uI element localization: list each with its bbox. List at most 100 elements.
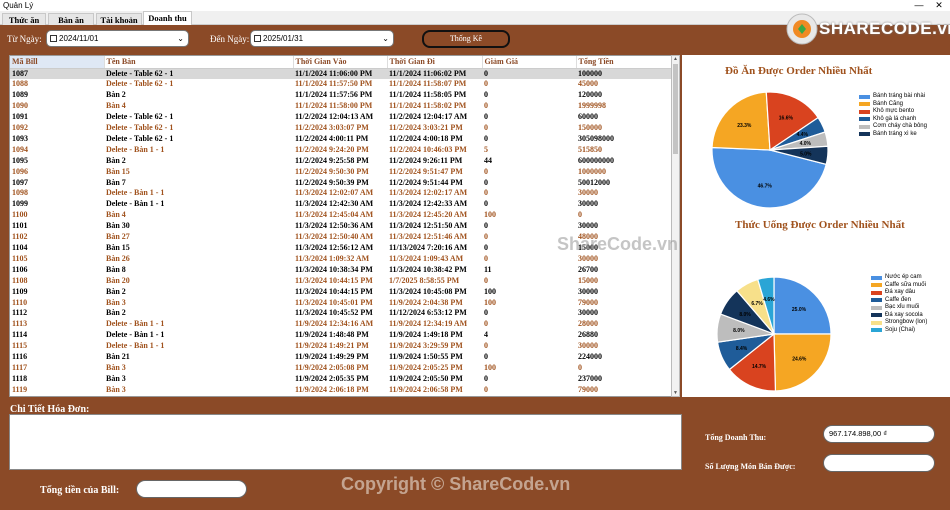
tab-tables[interactable]: Bàn ăn xyxy=(48,13,94,25)
table-cell: Delete - Table 62 - 1 xyxy=(104,68,293,80)
table-cell: 1000000 xyxy=(578,166,606,176)
table-cell: 44 xyxy=(484,155,492,165)
table-cell: 11/9/2024 1:50:55 PM xyxy=(389,352,463,362)
table-row[interactable]: 1113 Delete - Bàn 1 - 1 11/9/2024 12:34:16… xyxy=(10,319,672,330)
legend-label: Caffe đen xyxy=(885,296,911,303)
column-header[interactable]: Thời Gian Vào xyxy=(293,56,388,69)
sharecode-logo: SHARECODE.vn xyxy=(785,8,950,48)
bill-total-field[interactable] xyxy=(136,480,247,498)
table-cell: 11/2/2024 10:46:03 PM xyxy=(389,144,467,154)
table-cell: 150000 xyxy=(578,123,602,133)
table-cell: 0 xyxy=(484,112,488,122)
from-date-picker[interactable]: 2024/11/01 ⌄ xyxy=(46,30,189,47)
table-row[interactable]: 1094 Delete - Bàn 1 - 1 11/2/2024 9:24:20 … xyxy=(10,145,672,156)
legend-swatch xyxy=(859,102,870,107)
legend-item: Bánh tráng bài nhài xyxy=(859,93,927,101)
table-scrollbar[interactable]: ▲ ▼ xyxy=(671,55,680,397)
column-header[interactable]: Mã Bill xyxy=(10,56,105,69)
table-row[interactable]: 1119 Bàn 3 11/9/2024 2:06:18 PM 11/9/2024 2… xyxy=(10,385,672,396)
table-cell: 100 xyxy=(484,362,496,372)
legend-swatch xyxy=(871,328,882,333)
table-cell: 30000 xyxy=(578,308,598,318)
pie-slice xyxy=(711,91,771,151)
scroll-down-icon[interactable]: ▼ xyxy=(672,390,679,396)
drink-chart-title: Thức Uống Được Order Nhiều Nhất xyxy=(735,219,905,231)
table-row[interactable]: 1118 Bàn 3 11/9/2024 2:05:35 PM 11/9/2024 2… xyxy=(10,374,672,385)
table-cell: 11/9/2024 12:34:19 AM xyxy=(389,319,468,329)
legend-label: Khô mực bento xyxy=(873,108,915,114)
to-date-label: Đến Ngày: xyxy=(210,34,250,44)
table-row[interactable]: 1098 Delete - Bàn 1 - 1 11/3/2024 12:02:07… xyxy=(10,188,672,199)
pie-slice-label: 8.0% xyxy=(733,328,745,334)
scrollbar-thumb[interactable] xyxy=(673,64,678,154)
table-cell: 30000 xyxy=(578,253,598,263)
table-body: 1087 Delete - Table 62 - 1 11/1/2024 11:06… xyxy=(10,68,672,396)
table-row[interactable]: 1088 Delete - Table 62 - 1 11/1/2024 11:57… xyxy=(10,79,672,90)
pie-slice-label: 5.0% xyxy=(800,151,812,157)
table-row[interactable]: 1087 Delete - Table 62 - 1 11/1/2024 11:06… xyxy=(10,68,672,80)
table-row[interactable]: 1092 Delete - Table 62 - 1 11/2/2024 3:03:… xyxy=(10,123,672,134)
stats-button[interactable]: Thống Kê xyxy=(422,30,510,48)
table-cell: 30000 xyxy=(578,199,598,209)
legend-item: Caffe sữa muối xyxy=(871,282,927,290)
table-cell: Delete - Table 62 - 1 xyxy=(106,79,174,89)
items-sold-field[interactable] xyxy=(823,454,935,472)
table-row[interactable]: 1116 Bàn 21 11/9/2024 1:49:29 PM 11/9/2024 … xyxy=(10,352,672,363)
drink-pie-chart: 25.0%24.6%14.7%8.4%8.0%8.0%6.7%4.6% xyxy=(716,276,832,392)
table-row[interactable]: 1089 Bàn 2 11/1/2024 11:57:56 PM 11/1/2024 … xyxy=(10,90,672,101)
table-cell: 1119 xyxy=(12,384,28,394)
tab-food[interactable]: Thức ăn xyxy=(2,13,46,25)
table-cell: 0 xyxy=(484,188,488,198)
logo-icon xyxy=(786,13,818,45)
table-row[interactable]: 1105 Bàn 26 11/3/2024 1:09:32 AM 11/3/2024 … xyxy=(10,254,672,265)
table-row[interactable]: 1112 Bàn 2 11/3/2024 10:45:52 PM 11/12/2024… xyxy=(10,308,672,319)
tab-accounts[interactable]: Tài khoản xyxy=(96,13,142,25)
table-row[interactable]: 1100 Bàn 4 11/3/2024 12:45:04 AM 11/3/2024 … xyxy=(10,210,672,221)
legend-item: Đá xay socola xyxy=(871,312,927,320)
legend-swatch xyxy=(859,109,870,114)
table-cell: 1099 xyxy=(12,199,28,209)
table-cell: 1089 xyxy=(12,90,28,100)
table-row[interactable]: 1090 Bàn 4 11/1/2024 11:58:00 PM 11/1/2024 … xyxy=(10,101,672,112)
table-cell: 0 xyxy=(484,341,488,351)
table-header-row: Mã Bill Tên Bàn Thời Gian Vào Thời Gian Đi G… xyxy=(10,56,673,69)
table-row[interactable]: 1093 Delete - Table 62 - 1 11/2/2024 4:00:… xyxy=(10,134,672,145)
tab-revenue[interactable]: Doanh thu xyxy=(143,11,192,26)
legend-label: Caffe sữa muối xyxy=(885,281,926,288)
table-row[interactable]: 1091 Delete - Table 62 - 1 11/2/2024 12:04… xyxy=(10,112,672,123)
pie-slice-label: 4.6% xyxy=(763,297,775,303)
table-cell: 1098 xyxy=(12,188,28,198)
column-header[interactable]: Tổng Tiền xyxy=(576,56,673,69)
table-cell: 11/2/2024 12:04:13 AM xyxy=(295,112,374,122)
table-cell: 0 xyxy=(484,90,488,100)
table-row[interactable]: 1097 Bàn 7 11/2/2024 9:50:39 PM 11/2/2024 9… xyxy=(10,178,672,189)
column-header[interactable]: Thời Gian Đi xyxy=(387,56,483,69)
to-date-picker[interactable]: 2025/01/31 ⌄ xyxy=(250,30,394,47)
table-row[interactable]: 1095 Bàn 2 11/2/2024 9:25:58 PM 11/2/2024 9… xyxy=(10,156,672,167)
table-row[interactable]: 1096 Bàn 15 11/2/2024 9:50:30 PM 11/2/2024 … xyxy=(10,167,672,178)
column-header[interactable]: Giảm Giá xyxy=(482,56,577,69)
table-cell: Delete - Bàn 1 - 1 xyxy=(106,199,165,209)
table-cell: 11/1/2024 11:58:02 PM xyxy=(389,101,467,111)
revenue-field[interactable]: 967.174.898,00 ₫ xyxy=(823,425,935,443)
table-row[interactable]: 1108 Bàn 20 11/3/2024 10:44:15 PM 1/7/2025 … xyxy=(10,276,672,287)
table-row[interactable]: 1114 Delete - Bàn 1 - 1 11/9/2024 1:48:48 … xyxy=(10,330,672,341)
table-row[interactable]: 1101 Bàn 30 11/3/2024 12:50:36 AM 11/3/2024… xyxy=(10,221,672,232)
legend-item: Bạc xỉu muối xyxy=(871,304,927,312)
table-cell: 0 xyxy=(484,319,488,329)
scroll-up-icon[interactable]: ▲ xyxy=(672,56,679,62)
table-row[interactable]: 1110 Bàn 3 11/3/2024 10:45:01 PM 11/9/2024 … xyxy=(10,298,672,309)
table-cell: 11/3/2024 10:38:42 PM xyxy=(389,264,467,274)
table-row[interactable]: 1106 Bàn 8 11/3/2024 10:38:34 PM 11/3/2024 … xyxy=(10,265,672,276)
food-chart-title: Đồ Ăn Được Order Nhiều Nhất xyxy=(725,65,873,77)
column-header[interactable]: Tên Bàn xyxy=(104,56,294,69)
table-row[interactable]: 1117 Bàn 3 11/9/2024 2:05:08 PM 11/9/2024 2… xyxy=(10,363,672,374)
table-cell: 1090 xyxy=(12,101,28,111)
table-row[interactable]: 1115 Delete - Bàn 1 - 1 11/9/2024 1:49:21 … xyxy=(10,341,672,352)
table-row[interactable]: 1109 Bàn 2 11/3/2024 10:44:15 PM 11/3/2024 … xyxy=(10,287,672,298)
table-cell: Bàn 4 xyxy=(106,210,126,220)
table-cell: Bàn 3 xyxy=(106,373,126,383)
table-cell: 1106 xyxy=(12,264,28,274)
table-cell: 79000 xyxy=(578,384,598,394)
table-row[interactable]: 1099 Delete - Bàn 1 - 1 11/3/2024 12:42:30… xyxy=(10,199,672,210)
